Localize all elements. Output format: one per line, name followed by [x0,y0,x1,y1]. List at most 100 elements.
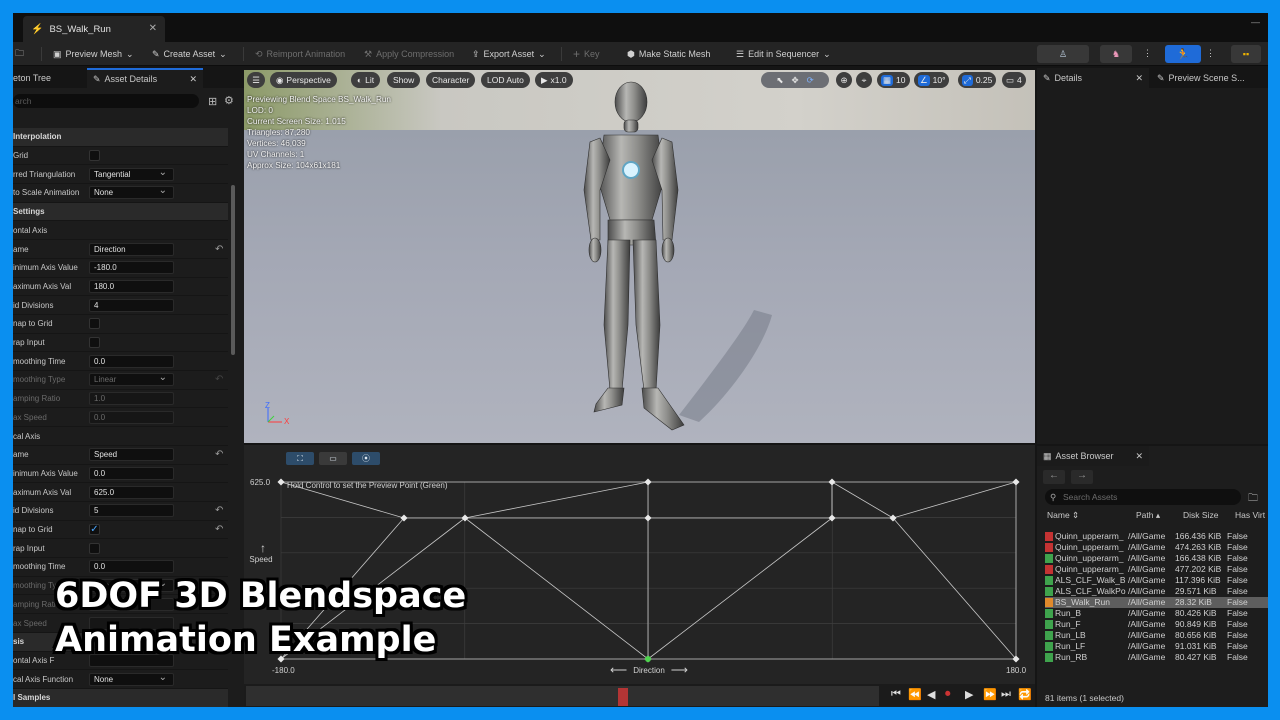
checkbox[interactable] [89,318,100,330]
close-icon[interactable]: ✕ [189,74,197,85]
more-options-icon[interactable]: ⋮ [1206,45,1215,61]
close-icon[interactable]: ✕ [149,23,157,34]
rotation-snap-button[interactable]: ∠ 10° [914,72,950,88]
reset-to-default-icon[interactable]: ↶ [215,524,223,535]
loop-icon[interactable]: 🔁 [1018,688,1032,701]
property-value-field[interactable]: 625.0 [89,485,174,499]
asset-row[interactable]: ALS_CLF_Walk_B/All/Game 117.396 KiB False [1045,575,1268,586]
reimport-animation-button[interactable]: ⟲ Reimport Animation [255,46,345,62]
property-category[interactable]: l Samples [13,689,228,707]
close-icon[interactable]: ✕ [1135,451,1143,462]
blueprint-mode-button[interactable]: ▪▪ [1231,45,1261,63]
preview-mesh-button[interactable]: ▣ Preview Mesh ⌄ [53,46,134,62]
asset-row[interactable]: Quinn_upperarm_ /All/Game 474.263 KiB False [1045,542,1268,553]
forward-button[interactable]: → [1071,470,1093,484]
character-button[interactable]: Character [426,72,476,88]
reset-to-default-icon[interactable]: ↶ [215,449,223,460]
create-asset-button[interactable]: ✎ Create Asset ⌄ [152,46,227,62]
asset-row[interactable]: BS_Walk_Run/All/Game 28.32 KiB False [1045,597,1268,608]
skip-end-icon[interactable]: ⏭ [1001,688,1011,701]
grid-view-icon[interactable]: ⊞ [208,95,217,108]
property-value-field[interactable]: 0.0 [89,466,174,480]
checkbox[interactable] [89,150,100,162]
col-has-virtual[interactable]: Has Virt [1235,510,1265,520]
edit-in-sequencer-button[interactable]: ☰ Edit in Sequencer ⌄ [736,46,831,62]
asset-search-input[interactable]: ⚲ Search Assets [1045,489,1241,505]
tab-skeleton-tree[interactable]: eton Tree [13,68,79,88]
preview-viewport[interactable]: Z X ☰ ◉ Perspective ◐ Lit Show Character L… [244,70,1035,443]
show-button[interactable]: Show [387,72,421,88]
scrollbar[interactable] [231,185,235,355]
property-value-field[interactable]: 5 [89,504,174,518]
world-icon[interactable]: ⊕ [836,72,852,88]
back-button[interactable]: ← [1043,470,1065,484]
tab-asset-browser[interactable]: ▦ Asset Browser ✕ [1037,446,1149,466]
col-disk-size[interactable]: Disk Size [1183,510,1218,520]
transform-tools[interactable]: ⬉ ✥ ⟳ [761,72,829,88]
col-name[interactable]: Name ⇕ [1047,510,1079,521]
key-button[interactable]: + Key [573,46,600,62]
blend-sample-point[interactable] [644,514,652,522]
property-value-field[interactable]: 0.0 [89,560,174,574]
property-dropdown[interactable]: None [89,672,174,686]
property-dropdown[interactable]: None [89,185,174,200]
step-forward-icon[interactable]: ⏩ [983,688,997,701]
animation-mode-button[interactable]: 🏃 [1165,45,1201,63]
reset-to-default-icon[interactable]: ↶ [215,505,223,516]
blend-sample-point[interactable] [644,478,652,486]
checkbox-checked[interactable]: ✓ [89,524,100,536]
property-value-field[interactable]: 0.0 [89,410,174,424]
grid-snap-button[interactable]: ▦ 10 [877,72,910,88]
checkbox[interactable] [89,542,100,554]
folder-icon[interactable]: 🗀 [1248,491,1258,508]
asset-row[interactable]: Quinn_upperarm_ /All/Game 166.438 KiB False [1045,553,1268,564]
tab-asset-details[interactable]: ✎ Asset Details ✕ [87,68,203,88]
close-icon[interactable]: ✕ [1135,73,1143,84]
minimize-icon[interactable]: — [1251,17,1260,27]
asset-row[interactable]: Run_F/All/Game 90.849 KiB False [1045,619,1268,630]
blend-sample-point[interactable] [828,478,836,486]
details-search-input[interactable]: arch [13,94,199,108]
blend-sample-point[interactable] [277,478,285,486]
property-category[interactable]: Interpolation [13,128,228,147]
col-path[interactable]: Path ▴ [1136,510,1160,521]
reset-to-default-icon[interactable]: ↶ [215,374,223,385]
asset-row[interactable]: Quinn_upperarm_ /All/Game 477.202 KiB False [1045,564,1268,575]
property-value-field[interactable]: 4 [89,298,174,312]
playback-speed-button[interactable]: ▶ x1.0 [535,72,573,88]
property-value-field[interactable]: Speed [89,448,174,462]
asset-row[interactable]: Run_B/All/Game 80.426 KiB False [1045,608,1268,619]
asset-row[interactable]: Run_RB/All/Game 80.427 KiB False [1045,652,1268,663]
mesh-mode-button[interactable]: ♞ [1100,45,1132,63]
tab-details[interactable]: ✎ Details ✕ [1037,68,1149,88]
property-category[interactable]: Settings [13,202,228,222]
lit-button[interactable]: ◐ Lit [351,72,381,88]
checkbox[interactable] [89,337,100,349]
property-dropdown[interactable]: Linear [89,372,174,387]
property-value-field[interactable]: -180.0 [89,261,174,275]
document-tab[interactable]: ⚡ BS_Walk_Run ✕ [23,16,165,42]
property-dropdown[interactable]: Tangential [89,167,174,181]
playhead[interactable] [618,688,628,706]
reset-to-default-icon[interactable]: ↶ [215,244,223,255]
settings-icon[interactable]: ⚙ [224,94,234,107]
asset-row[interactable]: ALS_CLF_WalkPo/All/Game 29.571 KiB False [1045,586,1268,597]
scale-snap-button[interactable]: ⤢ 0.25 [958,72,997,88]
blend-sample-point[interactable] [461,514,469,522]
lod-button[interactable]: LOD Auto [481,72,530,88]
skeleton-mode-button[interactable]: ♙ [1037,45,1089,63]
record-icon[interactable]: ⏺ [945,688,951,701]
make-static-mesh-button[interactable]: ⬢ Make Static Mesh [627,46,710,62]
tab-preview-scene[interactable]: ✎ Preview Scene S... [1151,68,1268,88]
play-reverse-icon[interactable]: ◀ [927,688,935,701]
step-back-icon[interactable]: ⏪ [908,688,922,701]
asset-row[interactable]: Quinn_upperarm_ /All/Game 166.436 KiB False [1045,531,1268,542]
property-value-field[interactable]: 1.0 [89,392,174,406]
property-value-field[interactable]: Direction [89,242,174,256]
blend-sample-point[interactable] [1012,478,1020,486]
asset-row[interactable]: Run_LF/All/Game 91.031 KiB False [1045,641,1268,652]
viewport-menu-icon[interactable]: ☰ [247,72,265,88]
camera-speed-button[interactable]: ▭ 4 [1002,72,1026,88]
preview-point[interactable] [645,656,651,662]
property-value-field[interactable]: 0.0 [89,354,174,368]
